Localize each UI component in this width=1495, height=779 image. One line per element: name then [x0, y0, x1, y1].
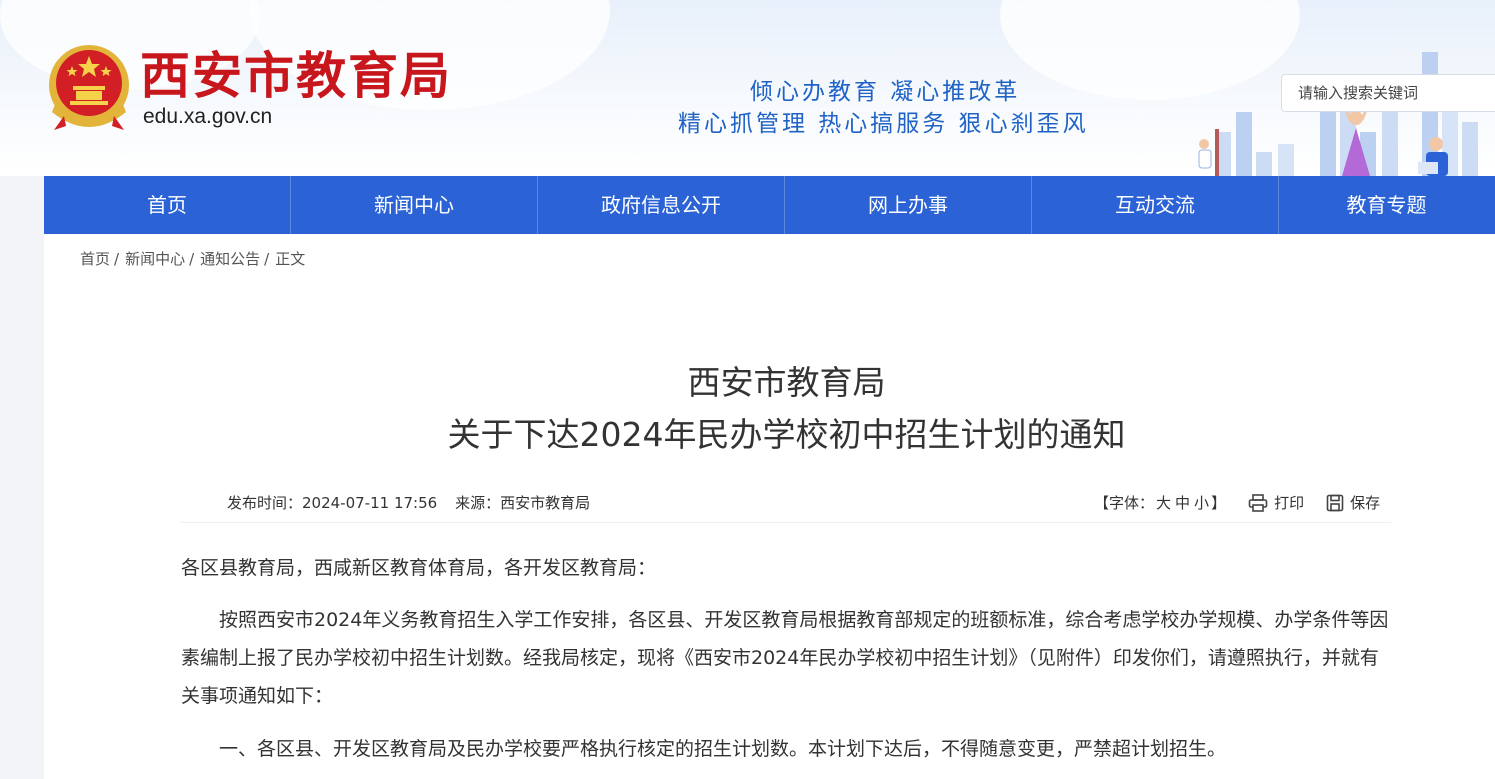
search-box — [1281, 74, 1495, 112]
article-paragraph: 按照西安市2024年义务教育招生入学工作安排，各区县、开发区教育局根据教育部规定… — [181, 609, 1389, 707]
nav-item-online-service[interactable]: 网上办事 — [785, 176, 1032, 234]
nav-item-home[interactable]: 首页 — [44, 176, 291, 234]
breadcrumb-separator: / — [189, 250, 195, 268]
breadcrumb-separator: / — [264, 250, 270, 268]
printer-icon — [1248, 493, 1268, 512]
nav-item-news[interactable]: 新闻中心 — [291, 176, 538, 234]
save-icon — [1326, 494, 1344, 511]
main-content: 首页 / 新闻中心 / 通知公告 / 正文 西安市教育局 关于下达2024年民办学校初中招生… — [44, 234, 1495, 779]
nav-item-interaction[interactable]: 互动交流 — [1032, 176, 1279, 234]
print-label: 打印 — [1274, 494, 1305, 512]
print-button[interactable]: 打印 — [1248, 492, 1304, 513]
breadcrumb-separator: / — [114, 250, 120, 268]
publish-time: 发布时间：2024-07-11 17:56 — [227, 494, 438, 512]
article-title-line-1: 西安市教育局 — [687, 363, 886, 402]
article-salutation: 各区县教育局，西咸新区教育体育局，各开发区教育局： — [181, 557, 657, 579]
font-size-label: 【字体： — [1094, 494, 1155, 512]
breadcrumb: 首页 / 新闻中心 / 通知公告 / 正文 — [80, 248, 305, 269]
nav-item-topics[interactable]: 教育专题 — [1279, 176, 1494, 234]
breadcrumb-notices[interactable]: 通知公告 — [200, 250, 260, 268]
search-input[interactable] — [1282, 75, 1495, 111]
site-domain: edu.xa.gov.cn — [143, 105, 273, 128]
font-size-control: 【字体：大中小】 — [1094, 492, 1226, 513]
slogan-line-1: 倾心办教育 凝心推改革 — [750, 79, 1021, 105]
main-nav: 首页 新闻中心 政府信息公开 网上办事 互动交流 教育专题 — [44, 176, 1495, 234]
national-emblem-icon — [49, 45, 129, 130]
article-tools: 【字体：大中小】 打印 保存 — [1094, 492, 1380, 513]
meta-divider — [181, 522, 1391, 523]
font-size-bracket: 】 — [1211, 494, 1227, 512]
font-size-medium[interactable]: 中 — [1175, 494, 1190, 512]
nav-item-gov-info[interactable]: 政府信息公开 — [538, 176, 785, 234]
breadcrumb-news[interactable]: 新闻中心 — [125, 250, 185, 268]
font-size-large[interactable]: 大 — [1156, 494, 1171, 512]
article-source: 来源：西安市教育局 — [455, 494, 591, 512]
site-header: 西安市教育局 edu.xa.gov.cn 倾心办教育 凝心推改革 精心抓管理 热… — [0, 0, 1495, 176]
article-paragraph: 一、各区县、开发区教育局及民办学校要严格执行核定的招生计划数。本计划下达后，不得… — [219, 738, 1227, 760]
site-title[interactable]: 西安市教育局 — [140, 46, 452, 106]
breadcrumb-current: 正文 — [275, 250, 306, 268]
article-meta: 发布时间：2024-07-11 17:56 来源：西安市教育局 — [227, 492, 590, 513]
article-title-line-2: 关于下达2024年民办学校初中招生计划的通知 — [447, 415, 1126, 454]
breadcrumb-home[interactable]: 首页 — [80, 250, 110, 268]
save-label: 保存 — [1350, 494, 1381, 512]
font-size-small[interactable]: 小 — [1194, 494, 1209, 512]
save-button[interactable]: 保存 — [1326, 492, 1380, 513]
slogan-line-2: 精心抓管理 热心搞服务 狠心刹歪风 — [678, 111, 1089, 137]
